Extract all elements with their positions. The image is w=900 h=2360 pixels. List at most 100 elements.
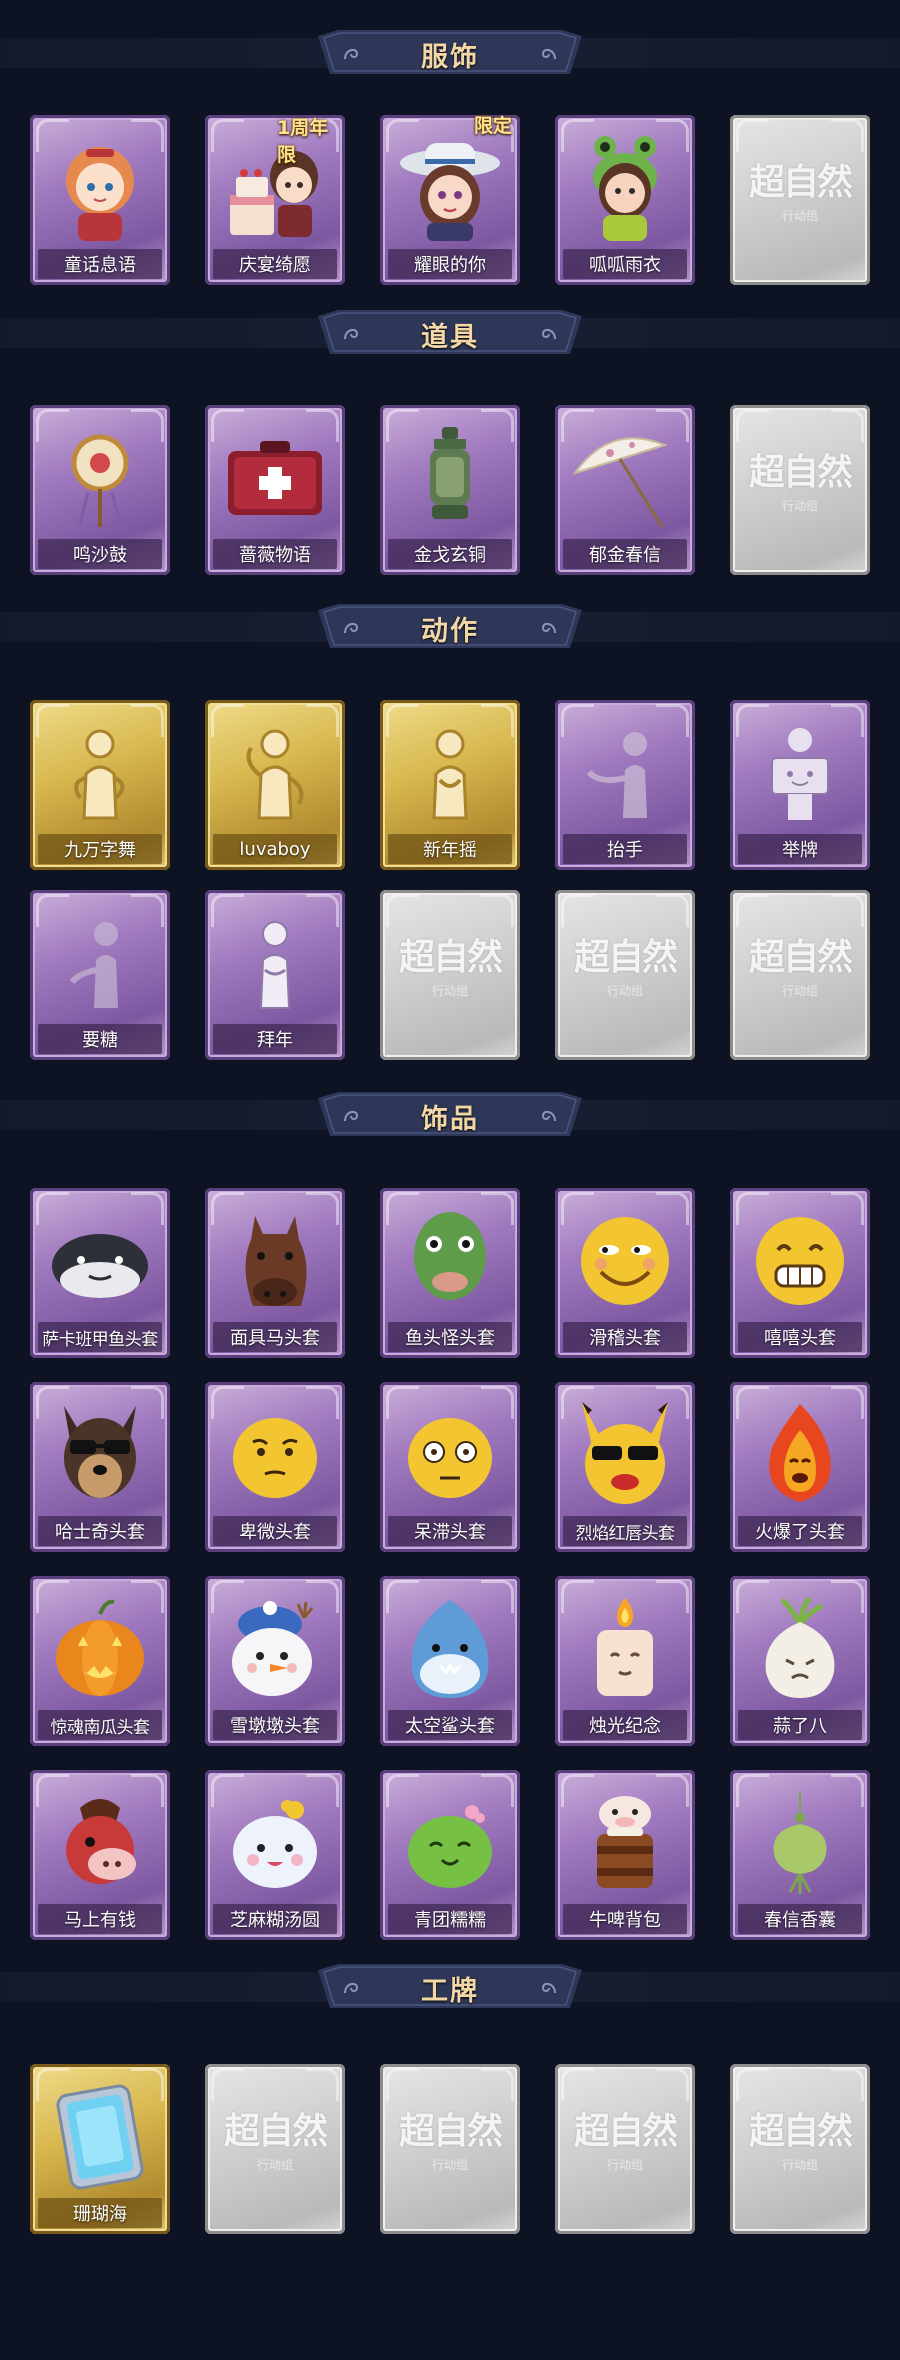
item-card[interactable]: 芝麻糊汤圆 (205, 1770, 345, 1940)
watermark-sub: 行动组 (781, 208, 818, 223)
cow-backpack-icon (570, 1788, 680, 1898)
locked-watermark-icon: 超自然 行动组 (748, 2102, 853, 2173)
watermark-main: 超自然 (748, 450, 853, 493)
item-card[interactable]: 萨卡班甲鱼头套 (30, 1188, 170, 1358)
doll-girl-icon (45, 133, 155, 243)
item-name: 嘻嘻头套 (764, 1328, 836, 1349)
item-card[interactable]: 太空鲨头套 (380, 1576, 520, 1746)
swirl-icon (344, 622, 359, 634)
watermark-sub: 行动组 (606, 983, 643, 998)
green-dumpling-icon (395, 1788, 505, 1898)
husky-head-icon (45, 1400, 155, 1510)
item-card[interactable]: 呱呱雨衣 (555, 115, 695, 285)
item-card[interactable]: 牛啤背包 (555, 1770, 695, 1940)
horse-head-icon (220, 1206, 330, 1316)
item-name: 抬手 (607, 840, 643, 861)
locked-watermark-icon: 超自然 行动组 (749, 928, 853, 999)
item-card[interactable]: 滑稽头套 (555, 1188, 695, 1358)
item-card[interactable]: 举牌 (730, 700, 870, 870)
section-banner-clothing: 服饰 (318, 30, 582, 78)
locked-card: 超自然 行动组 (730, 405, 870, 575)
watermark-main: 超自然 (748, 2109, 853, 2152)
item-card[interactable]: 马上有钱 (30, 1770, 170, 1940)
item-card[interactable]: 呆滞头套 (380, 1382, 520, 1552)
cowgirl-icon (395, 133, 505, 243)
section-title: 动作 (421, 615, 479, 647)
item-card[interactable]: 九万字舞 (30, 700, 170, 870)
watermark-sub: 行动组 (781, 2157, 818, 2172)
snowman-head-icon (220, 1594, 330, 1704)
limited-badge: 限定 (474, 115, 513, 137)
limited-badge: 1周年限 (277, 117, 329, 166)
greeting-pose-icon (220, 908, 330, 1018)
item-card[interactable]: 1周年限 庆宴绮愿 (205, 115, 345, 285)
item-card[interactable]: 烛光纪念 (555, 1576, 695, 1746)
item-card[interactable]: 童话息语 (30, 115, 170, 285)
lantern-icon (395, 423, 505, 533)
ask-candy-icon (45, 908, 155, 1018)
item-name: 耀眼的你 (414, 255, 486, 276)
swirl-icon (541, 328, 556, 340)
item-name: 郁金春信 (589, 545, 661, 566)
locked-card: 超自然 行动组 (380, 890, 520, 1060)
item-card[interactable]: 蒜了八 (730, 1576, 870, 1746)
section-title: 饰品 (421, 1103, 479, 1135)
item-card[interactable]: 雪墩墩头套 (205, 1576, 345, 1746)
watermark-main: 超自然 (398, 935, 503, 978)
item-card[interactable]: 珊瑚海 (30, 2064, 170, 2234)
watermark-main: 超自然 (398, 2109, 503, 2152)
item-name: 呱呱雨衣 (589, 255, 661, 276)
item-card[interactable]: 限定 耀眼的你 (380, 115, 520, 285)
locked-watermark-icon: 超自然 行动组 (748, 153, 853, 224)
item-card[interactable]: 哈士奇头套 (30, 1382, 170, 1552)
swirl-icon (541, 622, 556, 634)
swirl-icon (344, 48, 359, 60)
item-card[interactable]: 青团糯糯 (380, 1770, 520, 1940)
item-card[interactable]: 拜年 (205, 890, 345, 1060)
item-card[interactable]: 鱼头怪头套 (380, 1188, 520, 1358)
locked-watermark-icon: 超自然 行动组 (398, 928, 503, 999)
item-card[interactable]: 卑微头套 (205, 1382, 345, 1552)
item-card[interactable]: 新年摇 (380, 700, 520, 870)
item-card[interactable]: 烈焰红唇头套 (555, 1382, 695, 1552)
section-banner-badges: 工牌 (318, 1964, 582, 2012)
item-name: 雪墩墩头套 (230, 1716, 320, 1737)
pumpkin-head-icon (45, 1594, 155, 1704)
grin-face-icon (745, 1206, 855, 1316)
item-name: 哈士奇头套 (55, 1522, 145, 1543)
swirl-icon (344, 1982, 359, 1994)
item-name: 马上有钱 (64, 1910, 136, 1931)
item-name: 蔷薇物语 (239, 545, 311, 566)
item-card[interactable]: 抬手 (555, 700, 695, 870)
section-title: 工牌 (421, 1975, 479, 2007)
swirl-icon (541, 48, 556, 60)
candle-icon (570, 1594, 680, 1704)
locked-watermark-icon: 超自然 行动组 (574, 2102, 678, 2173)
item-name: 呆滞头套 (414, 1522, 486, 1543)
section-banner-props: 道具 (318, 310, 582, 358)
item-card[interactable]: 嘻嘻头套 (730, 1188, 870, 1358)
item-card[interactable]: 鸣沙鼓 (30, 405, 170, 575)
item-card[interactable]: 要糖 (30, 890, 170, 1060)
item-name: 庆宴绮愿 (239, 255, 311, 276)
item-card[interactable]: 蔷薇物语 (205, 405, 345, 575)
locked-card: 超自然 行动组 (730, 890, 870, 1060)
dance-pose-icon (220, 718, 330, 828)
item-name: luvaboy (239, 838, 311, 860)
item-card[interactable]: luvaboy (205, 700, 345, 870)
hold-sign-icon (745, 718, 855, 828)
item-name: 鸣沙鼓 (73, 545, 127, 566)
section-title: 道具 (421, 321, 479, 353)
item-name: 蒜了八 (773, 1716, 827, 1737)
item-card[interactable]: 春信香囊 (730, 1770, 870, 1940)
item-name: 萨卡班甲鱼头套 (42, 1329, 158, 1350)
item-card[interactable]: 金戈玄铜 (380, 405, 520, 575)
item-name: 卑微头套 (239, 1522, 311, 1543)
watermark-main: 超自然 (748, 160, 853, 203)
locked-watermark-icon: 超自然 行动组 (574, 928, 678, 999)
item-card[interactable]: 面具马头套 (205, 1188, 345, 1358)
swirl-icon (541, 1110, 556, 1122)
item-card[interactable]: 郁金春信 (555, 405, 695, 575)
item-card[interactable]: 火爆了头套 (730, 1382, 870, 1552)
item-card[interactable]: 惊魂南瓜头套 (30, 1576, 170, 1746)
